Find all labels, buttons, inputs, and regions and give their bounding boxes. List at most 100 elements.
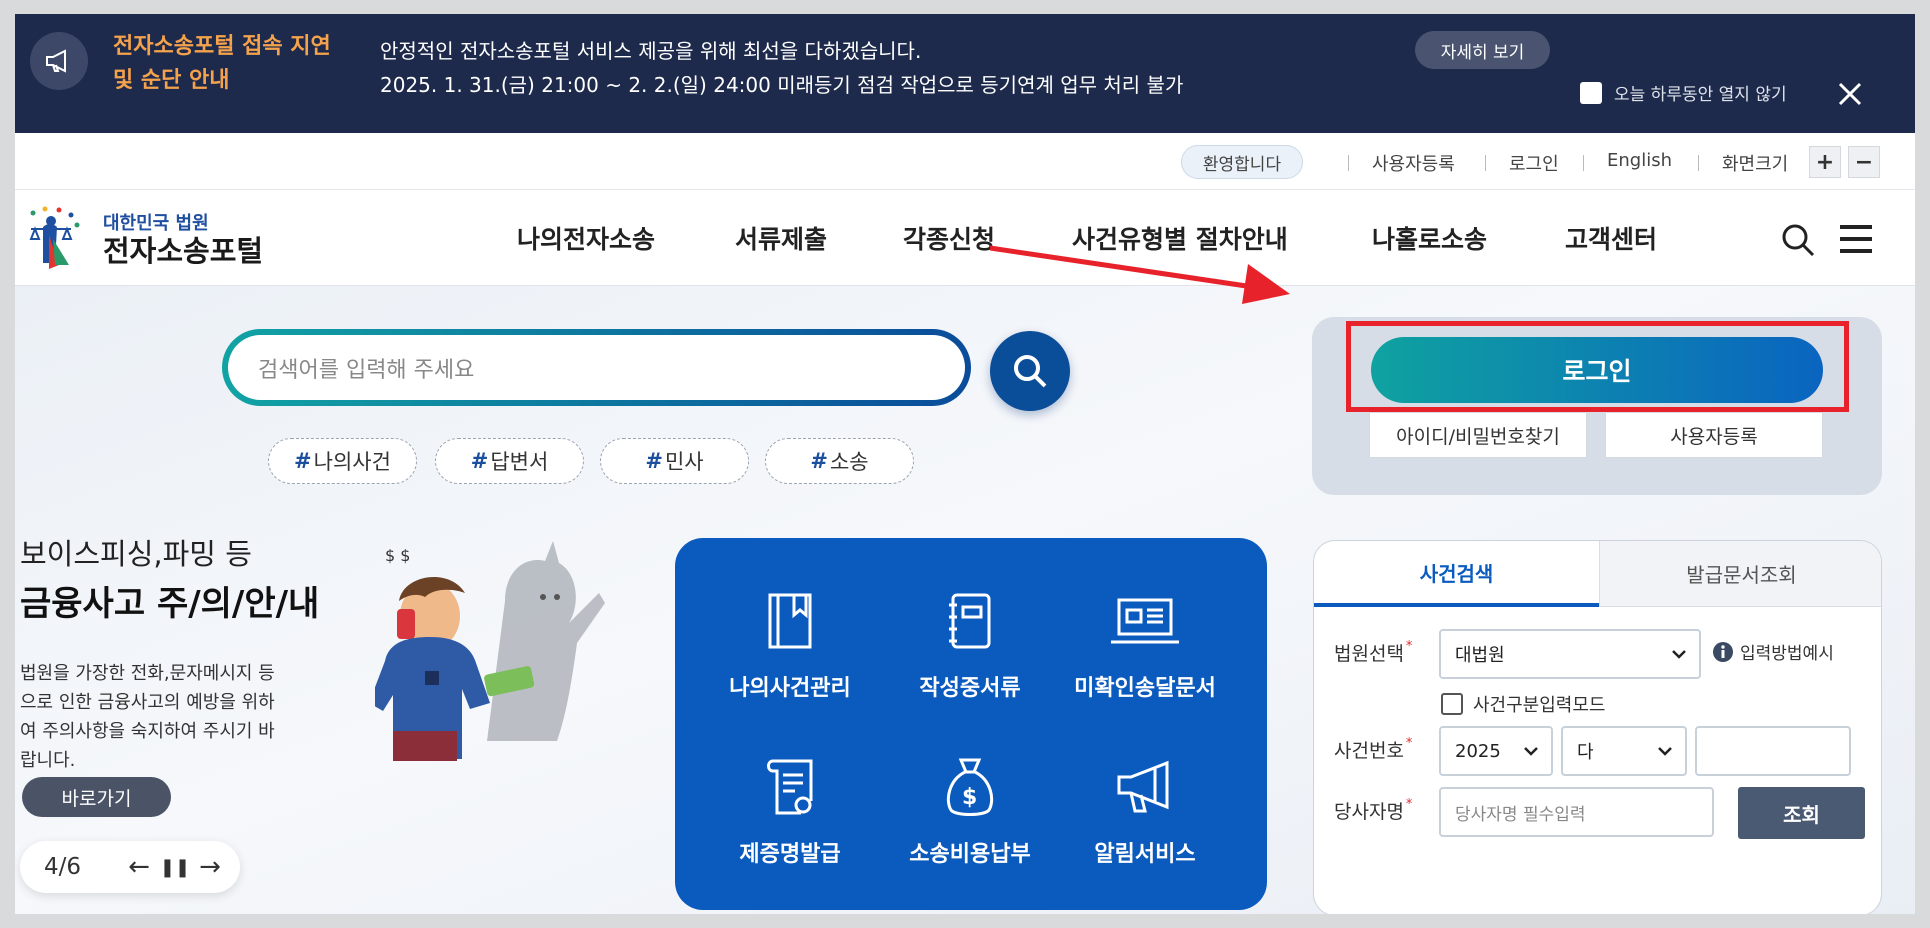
notice-text-line2: 2025. 1. 31.(금) 21:00 ~ 2. 2.(일) 24:00 미… (380, 73, 1184, 97)
chevron-down-icon (1672, 650, 1686, 659)
quick-menu-panel: 나의사건관리 작성중서류 미확인송달문서 제증명발급 $ 소송비용납부 알림서비… (675, 538, 1267, 910)
checkbox-box[interactable] (1441, 693, 1463, 715)
tag-label: 답변서 (490, 450, 549, 474)
case-type-select[interactable]: 다 (1561, 726, 1687, 776)
notice-text-line1: 안정적인 전자소송포털 서비스 제공을 위해 최선을 다하겠습니다. (380, 39, 922, 63)
pager-count: 4/6 (44, 854, 82, 880)
money-bag-icon: $ (885, 752, 1055, 822)
notice-title: 전자소송포털 접속 지연 및 순단 안내 (113, 30, 343, 98)
case-number-input[interactable] (1695, 726, 1851, 776)
quick-certificate-issue[interactable]: 제증명발급 (705, 752, 875, 868)
quick-label: 소송비용납부 (909, 842, 1031, 867)
case-search-panel: 사건검색 발급문서조회 법원선택 * 대법원 입력방법예시 사건구분입력모드 사건… (1313, 540, 1882, 914)
banner-go-button[interactable]: 바로가기 (22, 777, 171, 817)
dont-open-today-checkbox[interactable]: 오늘 하루동안 열지 않기 (1580, 80, 1787, 105)
megaphone-icon (1060, 752, 1230, 822)
tag-label: 소송 (829, 450, 869, 474)
login-link[interactable]: 로그인 (1509, 150, 1559, 176)
search-icon[interactable] (1780, 222, 1816, 262)
quick-my-case-management[interactable]: 나의사건관리 (705, 586, 875, 702)
checkbox-box[interactable] (1580, 81, 1602, 104)
party-name-label: 당사자명 * (1334, 797, 1412, 824)
find-id-password-button[interactable]: 아이디/비밀번호찾기 (1369, 412, 1587, 458)
english-link[interactable]: English (1607, 150, 1672, 171)
tag-lawsuit[interactable]: # 소송 (765, 438, 914, 484)
court-select[interactable]: 대법원 (1439, 629, 1701, 679)
notice-title-line1: 전자소송포털 접속 지연 (113, 34, 331, 59)
nav-self-litigation[interactable]: 나홀로소송 (1372, 220, 1487, 256)
chevron-down-icon (1524, 747, 1538, 756)
case-mode-label: 사건구분입력모드 (1473, 695, 1606, 716)
required-mark: * (1405, 736, 1413, 751)
required-mark: * (1405, 797, 1413, 812)
tag-civil[interactable]: # 민사 (600, 438, 749, 484)
case-type-value: 다 (1577, 742, 1594, 763)
nav-applications[interactable]: 각종신청 (903, 220, 995, 256)
book-icon (705, 586, 875, 656)
tag-answer[interactable]: # 답변서 (435, 438, 584, 484)
zoom-in-button[interactable]: + (1809, 146, 1841, 178)
quick-cost-payment[interactable]: $ 소송비용납부 (885, 752, 1055, 868)
tag-label: 민사 (664, 450, 704, 474)
quick-notification-service[interactable]: 알림서비스 (1060, 752, 1230, 868)
party-name-label-text: 당사자명 (1334, 801, 1404, 823)
quick-unconfirmed-documents[interactable]: 미확인송달문서 (1060, 586, 1230, 702)
pause-icon[interactable]: ❚❚ (160, 852, 190, 882)
search-input[interactable]: 검색어를 입력해 주세요 (228, 335, 965, 400)
party-name-input[interactable]: 당사자명 필수입력 (1439, 787, 1714, 837)
court-emblem-icon (29, 206, 80, 269)
tag-my-case[interactable]: # 나의사건 (268, 438, 417, 484)
required-mark: * (1405, 639, 1413, 654)
site-logo[interactable]: 대한민국 법원 전자소송포털 (25, 205, 263, 271)
zoom-out-button[interactable]: − (1848, 146, 1880, 178)
prev-arrow-icon[interactable]: ← (124, 852, 154, 882)
case-mode-checkbox[interactable]: 사건구분입력모드 (1441, 691, 1605, 717)
notice-banner: 전자소송포털 접속 지연 및 순단 안내 안정적인 전자소송포털 서비스 제공을… (15, 14, 1915, 133)
quick-label: 나의사건관리 (729, 676, 851, 701)
register-link[interactable]: 사용자등록 (1372, 150, 1455, 176)
login-button[interactable]: 로그인 (1371, 337, 1823, 403)
search-button[interactable] (990, 331, 1070, 411)
megaphone-icon (30, 32, 88, 90)
banner-description: 법원을 가장한 전화,문자메시지 등으로 인한 금융사고의 예방을 위하여 주의… (20, 663, 275, 771)
next-arrow-icon[interactable]: → (195, 852, 225, 882)
year-select-value: 2025 (1455, 740, 1501, 762)
nav-document-submit[interactable]: 서류제출 (735, 220, 827, 256)
court-label-text: 법원선택 (1334, 643, 1404, 665)
tab-case-search[interactable]: 사건검색 (1314, 541, 1599, 607)
case-search-button[interactable]: 조회 (1738, 787, 1865, 839)
nav-customer-center[interactable]: 고객센터 (1565, 220, 1657, 256)
utility-bar: 환영합니다 사용자등록 로그인 English 화면크기 + − (15, 133, 1915, 190)
divider (1698, 155, 1699, 171)
input-help-link[interactable]: 입력방법예시 (1712, 639, 1834, 664)
search-icon (1014, 355, 1047, 388)
logo-title: 전자소송포털 (103, 234, 264, 268)
close-icon[interactable] (1830, 74, 1870, 114)
notice-title-line2: 및 순단 안내 (113, 68, 230, 93)
input-help-label: 입력방법예시 (1740, 644, 1834, 664)
case-number-label-text: 사건번호 (1334, 740, 1404, 762)
notice-text: 안정적인 전자소송포털 서비스 제공을 위해 최선을 다하겠습니다. 2025.… (380, 34, 1183, 102)
dont-open-today-label: 오늘 하루동안 열지 않기 (1614, 85, 1787, 105)
welcome-badge: 환영합니다 (1181, 145, 1303, 179)
banner-pager: 4/6 ← ❚❚ → (20, 841, 240, 893)
court-select-value: 대법원 (1455, 645, 1505, 666)
tab-issued-documents[interactable]: 발급문서조회 (1599, 541, 1881, 607)
logo-subtitle: 대한민국 법원 (103, 213, 209, 234)
banner-subtitle: 보이스피싱,파밍 등 (20, 537, 252, 571)
divider (1348, 155, 1349, 171)
notice-more-button[interactable]: 자세히 보기 (1415, 31, 1550, 69)
tag-label: 나의사건 (313, 450, 391, 474)
nav-my-case[interactable]: 나의전자소송 (517, 220, 655, 256)
browser-page: 전자소송포털 접속 지연 및 순단 안내 안정적인 전자소송포털 서비스 제공을… (15, 14, 1915, 914)
menu-icon[interactable] (1838, 224, 1874, 258)
main-header: 대한민국 법원 전자소송포털 나의전자소송 서류제출 각종신청 사건유형별 절차… (15, 190, 1915, 286)
quick-label: 알림서비스 (1094, 842, 1196, 867)
quick-label: 미확인송달문서 (1074, 676, 1216, 701)
phishing-illustration: $ $ (369, 541, 625, 765)
quick-label: 제증명발급 (739, 842, 841, 867)
search-bar[interactable]: 검색어를 입력해 주세요 (222, 329, 971, 406)
register-button[interactable]: 사용자등록 (1605, 412, 1823, 458)
year-select[interactable]: 2025 (1439, 726, 1553, 776)
quick-draft-documents[interactable]: 작성중서류 (885, 586, 1055, 702)
